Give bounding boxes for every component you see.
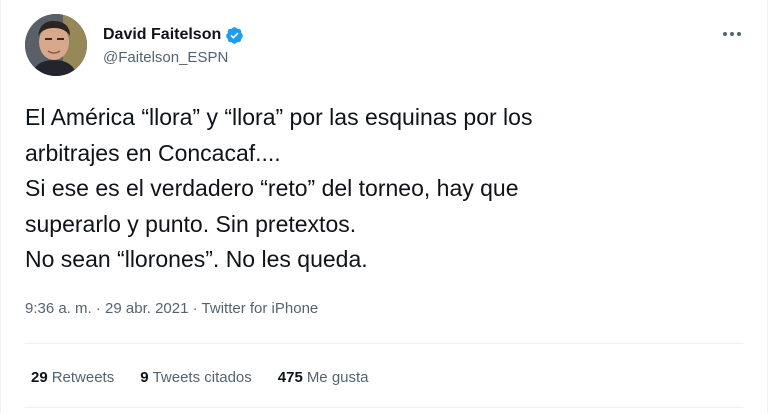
name-row: David Faitelson — [103, 24, 244, 46]
avatar[interactable] — [25, 14, 87, 76]
tweet-text-line: El América “llora” y “llora” por las esq… — [25, 104, 533, 130]
more-options-icon[interactable] — [717, 24, 747, 44]
tweet-header: David Faitelson @Faitelson_ESPN — [25, 14, 747, 80]
tweet-text-line: arbitrajes en Concacaf.... — [25, 139, 281, 166]
quote-tweets-stat[interactable]: 9 Tweets citados — [140, 369, 252, 386]
tweet-source-link[interactable]: Twitter for iPhone — [202, 300, 319, 317]
tweet-text-line: Si ese es el verdadero “reto” del torneo… — [25, 175, 519, 201]
retweets-count: 29 — [31, 369, 48, 386]
retweets-stat[interactable]: 29 Retweets — [31, 369, 114, 386]
tweet-text-line: No sean “llorones”. No les queda. — [25, 246, 368, 272]
meta-separator: · — [95, 300, 106, 317]
quote-tweets-count: 9 — [140, 369, 149, 386]
tweet-text: El América “llora” y “llora” por las esq… — [25, 100, 727, 278]
author-block: David Faitelson @Faitelson_ESPN — [103, 24, 244, 66]
divider — [25, 343, 743, 344]
tweet-time[interactable]: 9:36 a. m. — [25, 300, 92, 317]
quote-tweets-label: Tweets citados — [152, 369, 252, 386]
tweet-stats: 29 Retweets 9 Tweets citados 475 Me gusta — [31, 369, 369, 386]
likes-count: 475 — [277, 369, 303, 386]
tweet-card: David Faitelson @Faitelson_ESPN El Améri… — [0, 0, 768, 413]
tweet-text-line: superarlo y punto. Sin pretextos. — [25, 210, 357, 237]
likes-stat[interactable]: 475 Me gusta — [278, 369, 369, 386]
meta-separator: · — [192, 300, 202, 317]
verified-badge-icon — [225, 26, 244, 45]
author-handle[interactable]: @Faitelson_ESPN — [103, 49, 244, 66]
avatar-image — [25, 14, 87, 76]
tweet-date[interactable]: 29 abr. 2021 — [105, 300, 188, 317]
retweets-label: Retweets — [51, 369, 115, 386]
likes-label: Me gusta — [306, 369, 369, 386]
divider — [25, 407, 743, 408]
tweet-metadata: 9:36 a. m. · 29 abr. 2021 · Twitter for … — [25, 300, 318, 317]
author-display-name[interactable]: David Faitelson — [103, 26, 221, 44]
